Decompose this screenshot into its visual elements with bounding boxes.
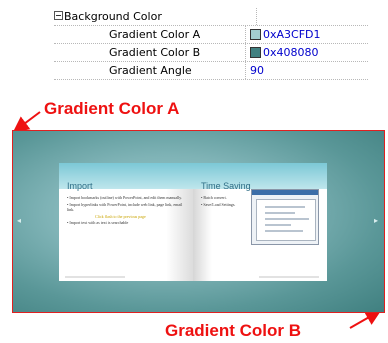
gradient-color-a-callout: Gradient Color A — [44, 99, 180, 118]
software-screenshot-image — [251, 189, 319, 245]
book-preview: ◂ ▸ Import • Import bookmarks (outline) … — [12, 130, 385, 313]
bullet-item: • Import bookmarks (outline) with PowerP… — [67, 195, 183, 200]
arrow-to-color-a — [12, 111, 41, 133]
text-line — [265, 218, 309, 220]
page-footer — [259, 276, 319, 278]
left-page-bullets: • Import bookmarks (outline) with PowerP… — [67, 195, 185, 227]
bullet-item: • Import text with as text is searchable — [67, 220, 129, 225]
page-footer — [65, 276, 125, 278]
bullet-item: • Import hyperlinks with PowerPoint, inc… — [67, 201, 183, 213]
flipbook[interactable]: Import • Import bookmarks (outline) with… — [59, 163, 327, 281]
arrow-to-color-b — [349, 310, 382, 329]
prev-page-arrow-icon[interactable]: ◂ — [17, 216, 23, 226]
text-line — [265, 230, 303, 232]
window-titlebar — [252, 190, 318, 195]
text-line — [265, 212, 295, 214]
text-line — [265, 206, 305, 208]
left-page[interactable]: Import • Import bookmarks (outline) with… — [59, 163, 193, 281]
window-panel — [256, 199, 316, 241]
right-page[interactable]: Time Saving • Batch convert. • Save/Load… — [193, 163, 327, 281]
right-page-bullets: • Batch convert. • Save/Load Settings. — [201, 195, 247, 208]
right-page-title: Time Saving — [201, 181, 251, 191]
left-page-title: Import — [67, 181, 93, 191]
bullet-item: • Batch convert. — [201, 195, 227, 200]
highlight-link: Click flash to the previous page — [95, 213, 146, 219]
next-page-arrow-icon[interactable]: ▸ — [374, 216, 380, 226]
bullet-item: • Save/Load Settings. — [201, 201, 236, 207]
text-line — [265, 224, 291, 226]
gradient-color-b-callout: Gradient Color B — [165, 321, 302, 340]
